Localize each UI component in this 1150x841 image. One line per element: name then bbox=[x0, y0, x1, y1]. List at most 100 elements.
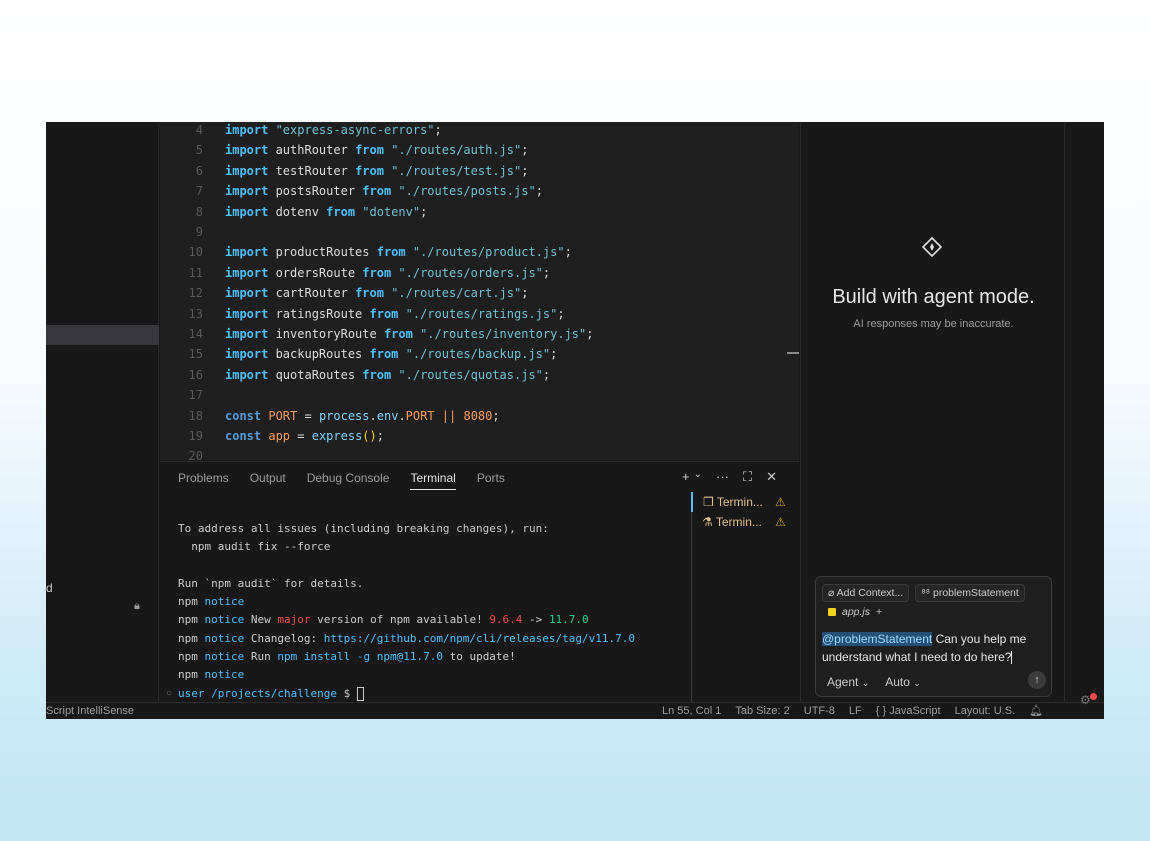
code-token: import bbox=[225, 184, 276, 199]
status-cursor-position[interactable]: Ln 55, Col 1 bbox=[662, 703, 721, 719]
close-icon[interactable]: ✕ bbox=[766, 469, 777, 485]
mode-dropdown[interactable]: Agent ⌄ bbox=[827, 675, 869, 689]
code-line[interactable]: 14 import inventoryRoute from "./routes/i… bbox=[160, 324, 799, 344]
code-line[interactable]: 17 bbox=[160, 385, 799, 405]
mode-label: Agent bbox=[827, 675, 859, 689]
context-chip[interactable]: ⁸⁸ problemStatement bbox=[915, 584, 1025, 602]
terminal-icon: ❒ bbox=[703, 495, 717, 509]
code-line[interactable]: 12 import cartRouter from "./routes/cart.… bbox=[160, 283, 799, 303]
status-intellisense[interactable]: Script IntelliSense bbox=[46, 703, 134, 719]
screenshot-frame: d 🔒︎ 4 import "express-async-errors"; 5 imp… bbox=[0, 0, 1150, 841]
sidebar-item-fragment[interactable]: d bbox=[46, 581, 53, 595]
code-line[interactable]: 19 const app = express(); bbox=[160, 426, 799, 446]
tab-output[interactable]: Output bbox=[250, 471, 286, 490]
tab-ports[interactable]: Ports bbox=[477, 471, 505, 490]
code-line[interactable]: 7 import postsRouter from "./routes/posts… bbox=[160, 181, 799, 201]
code-line[interactable]: 11 import ordersRoute from "./routes/orde… bbox=[160, 263, 799, 283]
chat-input-box[interactable]: ⌀ Add Context... ⁸⁸ problemStatement app… bbox=[815, 576, 1052, 697]
terminal-text: Run bbox=[244, 650, 278, 664]
code-line[interactable]: 8 import dotenv from "dotenv"; bbox=[160, 202, 799, 222]
npm-label: npm bbox=[178, 668, 198, 682]
code-text: import authRouter from "./routes/auth.js… bbox=[225, 140, 528, 160]
terminal-text: New bbox=[244, 613, 278, 627]
line-number: 18 bbox=[188, 408, 203, 423]
code-editor[interactable]: 4 import "express-async-errors"; 5 import a… bbox=[160, 122, 799, 460]
terminal-line: To address all issues (including breakin… bbox=[178, 522, 549, 535]
chat-message-input[interactable]: @problemStatement Can you help me unders… bbox=[822, 630, 1048, 666]
code-token: ordersRoute bbox=[275, 265, 363, 280]
code-token: "./routes/inventory.js" bbox=[420, 327, 587, 341]
maximize-icon[interactable]: ⛶ bbox=[743, 469, 752, 485]
add-file-icon[interactable]: + bbox=[876, 606, 882, 618]
code-line[interactable]: 5 import authRouter from "./routes/auth.j… bbox=[160, 140, 799, 160]
terminal-text: version of npm available! bbox=[310, 613, 490, 627]
code-token: postsRouter bbox=[275, 184, 363, 199]
code-token: "./routes/cart.js" bbox=[391, 286, 522, 301]
status-language[interactable]: { } JavaScript bbox=[876, 703, 941, 719]
chevron-down-icon[interactable]: ⌄ bbox=[694, 469, 702, 485]
tab-debug-console[interactable]: Debug Console bbox=[307, 471, 390, 490]
notification-badge bbox=[1090, 693, 1097, 700]
sidebar-selected-item[interactable] bbox=[46, 325, 159, 345]
code-token: import bbox=[225, 265, 276, 280]
chat-controls: Agent ⌄ Auto ⌄ bbox=[827, 675, 921, 689]
code-token: "./routes/quotas.js" bbox=[398, 367, 543, 382]
tab-terminal[interactable]: Terminal bbox=[410, 471, 456, 490]
attached-file[interactable]: app.js bbox=[842, 606, 870, 618]
code-token: from bbox=[383, 327, 421, 341]
bell-icon[interactable]: 🔔︎ bbox=[1029, 703, 1043, 719]
code-line[interactable]: 15 import backupRoutes from "./routes/bac… bbox=[160, 344, 799, 364]
chat-title: Build with agent mode. bbox=[832, 286, 1035, 308]
terminal-line: npm audit fix --force bbox=[178, 540, 331, 554]
status-tab-size[interactable]: Tab Size: 2 bbox=[735, 703, 789, 719]
tab-problems[interactable]: Problems bbox=[178, 471, 229, 490]
code-token: import bbox=[225, 204, 276, 219]
changelog-link[interactable]: https://github.com/npm/cli/releases/tag/… bbox=[324, 632, 635, 645]
terminal-output[interactable]: To address all issues (including breakin… bbox=[178, 520, 635, 703]
code-line[interactable]: 16 import quotaRoutes from "./routes/quot… bbox=[160, 365, 799, 385]
code-line[interactable]: 10 import productRoutes from "./routes/pr… bbox=[160, 242, 799, 262]
model-label: Auto bbox=[885, 675, 910, 689]
editor-scroll-marker[interactable] bbox=[787, 352, 799, 354]
code-line[interactable]: 9 bbox=[160, 222, 799, 242]
code-token: ; bbox=[535, 184, 543, 199]
new-terminal-icon[interactable]: + bbox=[682, 469, 690, 485]
code-token: express bbox=[311, 429, 363, 443]
new-version: 11.7.0 bbox=[548, 613, 589, 627]
line-number: 4 bbox=[195, 123, 203, 137]
code-token: from bbox=[369, 347, 406, 362]
code-line[interactable]: 13 import ratingsRoute from "./routes/rat… bbox=[160, 304, 799, 324]
notice-label: notice bbox=[204, 631, 245, 645]
code-token: backupRoutes bbox=[275, 347, 370, 362]
code-token: PORT bbox=[268, 408, 305, 423]
code-token: ; bbox=[521, 163, 529, 178]
code-token: from bbox=[355, 286, 392, 301]
line-number: 12 bbox=[188, 286, 203, 301]
code-token: ratingsRoute bbox=[275, 306, 370, 321]
line-number: 15 bbox=[188, 347, 203, 362]
add-context-button[interactable]: ⌀ Add Context... bbox=[822, 584, 910, 602]
terminal-text: to update! bbox=[442, 650, 516, 664]
terminal-item[interactable]: ❒ Termin... ⚠ bbox=[691, 492, 799, 512]
notice-label: notice bbox=[204, 595, 245, 609]
code-line[interactable]: 4 import "express-async-errors"; bbox=[160, 122, 799, 140]
code-line[interactable]: 20 bbox=[160, 446, 799, 460]
terminal-cursor bbox=[356, 686, 364, 701]
code-token: from bbox=[326, 204, 363, 219]
explorer-sidebar: d 🔒︎ bbox=[46, 122, 159, 702]
code-line[interactable]: 18 const PORT = process.env.PORT || 8080; bbox=[160, 406, 799, 426]
status-encoding[interactable]: UTF-8 bbox=[804, 703, 835, 719]
more-icon[interactable]: ··· bbox=[716, 469, 729, 485]
send-button[interactable]: ↑ bbox=[1028, 671, 1046, 689]
status-bar: Script IntelliSense Ln 55, Col 1 Tab Siz… bbox=[46, 702, 1104, 719]
line-number: 6 bbox=[195, 163, 203, 178]
chevron-down-icon: ⌄ bbox=[861, 678, 870, 688]
status-layout[interactable]: Layout: U.S. bbox=[955, 703, 1016, 719]
status-eol[interactable]: LF bbox=[849, 703, 862, 719]
code-line[interactable]: 6 import testRouter from "./routes/test.j… bbox=[160, 161, 799, 181]
npm-label: npm bbox=[178, 595, 198, 609]
model-dropdown[interactable]: Auto ⌄ bbox=[885, 675, 921, 689]
context-row: ⌀ Add Context... ⁸⁸ problemStatement bbox=[822, 584, 1025, 602]
terminal-item[interactable]: ⚗ Termin... ⚠ bbox=[692, 512, 799, 532]
line-number: 19 bbox=[188, 429, 203, 443]
